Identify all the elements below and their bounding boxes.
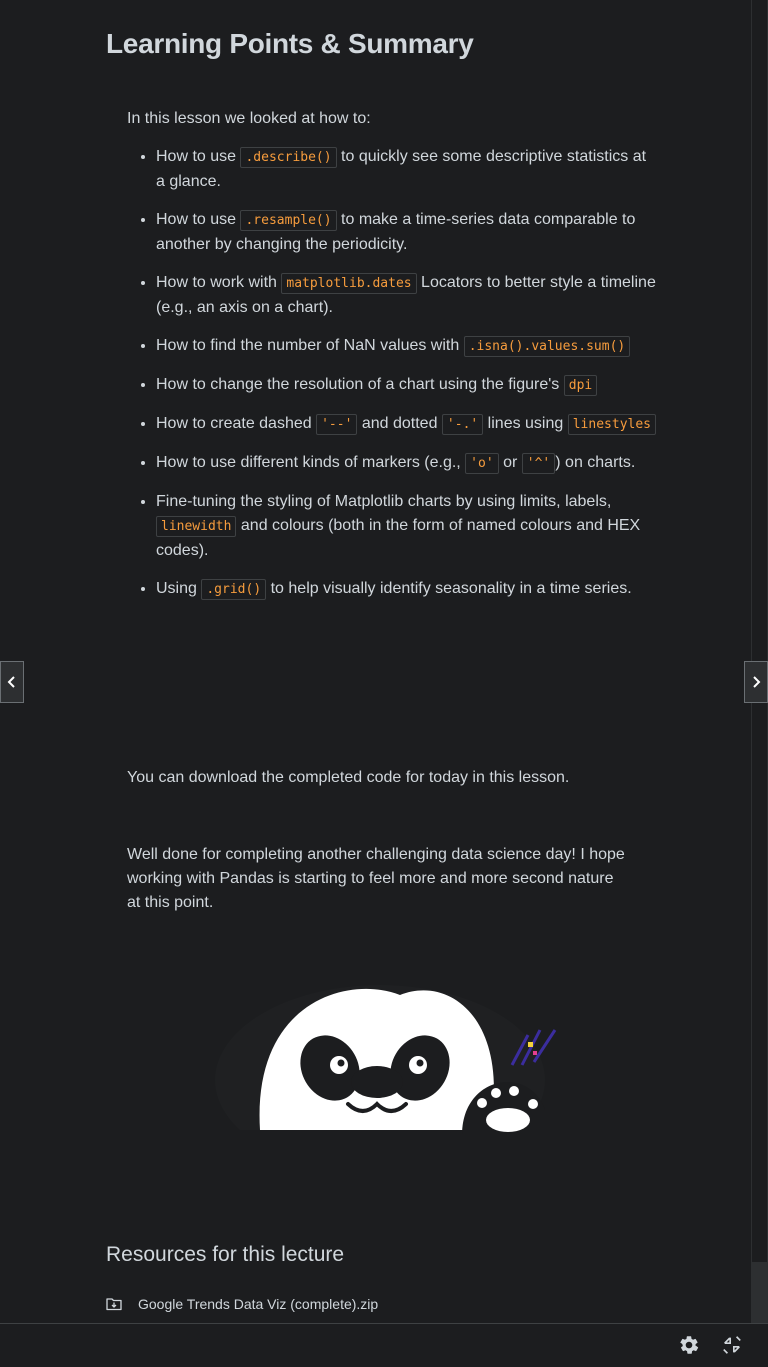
list-item: How to use different kinds of markers (e… <box>156 451 656 476</box>
page-title: Learning Points & Summary <box>106 28 474 59</box>
list-item: How to use .describe() to quickly see so… <box>156 145 656 194</box>
panda-illustration <box>215 985 557 1150</box>
bottom-toolbar <box>0 1323 768 1367</box>
inline-code: linestyles <box>567 414 657 435</box>
list-item: Using .grid() to help visually identify … <box>156 577 656 602</box>
closing-message: Well done for completing another challen… <box>127 846 625 911</box>
resource-download-link[interactable]: Google Trends Data Viz (complete).zip <box>106 1294 378 1314</box>
previous-lecture-button[interactable] <box>0 661 24 703</box>
inline-code: '--' <box>316 414 358 435</box>
list-item: Fine-tuning the styling of Matplotlib ch… <box>156 490 656 563</box>
exit-fullscreen-icon[interactable] <box>721 1334 743 1356</box>
chevron-left-icon <box>7 676 15 688</box>
inline-code: linewidth <box>156 516 237 537</box>
resource-name[interactable]: Google Trends Data Viz (complete).zip <box>138 1296 378 1312</box>
list-item: How to find the number of NaN values wit… <box>156 334 656 359</box>
inline-code: .describe() <box>240 147 337 168</box>
inline-code: '^' <box>521 453 556 474</box>
scrollbar-thumb[interactable] <box>752 0 767 1262</box>
next-lecture-button[interactable] <box>744 661 768 703</box>
intro-text: In this lesson we looked at how to: <box>127 110 371 127</box>
list-item: How to use .resample() to make a time-se… <box>156 208 656 257</box>
learning-points-list: How to use .describe() to quickly see so… <box>127 145 657 616</box>
inline-code: .isna().values.sum() <box>463 336 631 357</box>
download-note: You can download the completed code for … <box>127 769 570 786</box>
list-item: How to create dashed '--' and dotted '-.… <box>156 412 657 437</box>
list-item: How to change the resolution of a chart … <box>156 373 656 398</box>
inline-code: dpi <box>563 375 598 396</box>
inline-code: .resample() <box>240 210 337 231</box>
inline-code: '-.' <box>441 414 484 435</box>
list-item: How to work with matplotlib.dates Locato… <box>156 271 656 320</box>
chevron-right-icon <box>753 676 761 688</box>
inline-code: .grid() <box>201 579 267 600</box>
inline-code: matplotlib.dates <box>281 273 417 294</box>
download-folder-icon <box>106 1298 122 1311</box>
resources-heading: Resources for this lecture <box>106 1243 345 1266</box>
inline-code: 'o' <box>465 453 499 474</box>
gear-icon[interactable] <box>678 1334 700 1356</box>
